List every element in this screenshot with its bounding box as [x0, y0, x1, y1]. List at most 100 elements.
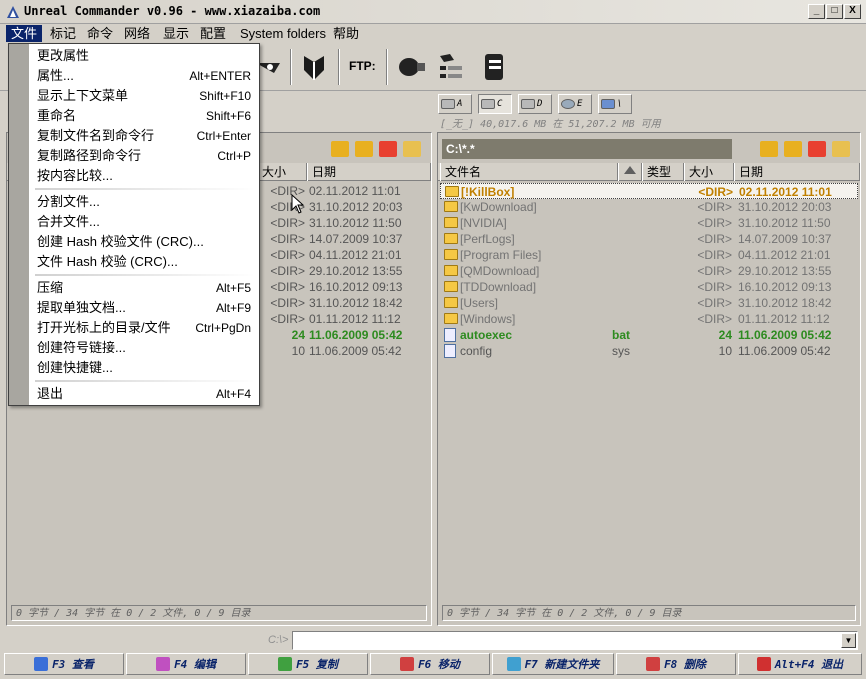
folder-icon [444, 249, 458, 260]
drive-network-button[interactable]: \ [598, 94, 632, 114]
cell-name: [TDDownload] [460, 280, 537, 294]
menu-item-label: 合并文件... [37, 214, 100, 229]
menu-item[interactable]: 复制路径到命令行 Ctrl+P [31, 146, 257, 166]
alt-f4-exit-button[interactable]: Alt+F4 退出 [738, 653, 862, 675]
menu-item[interactable]: 属性... Alt+ENTER [31, 66, 257, 86]
command-line-input[interactable]: ▼ [292, 631, 858, 650]
sort-toggle[interactable] [618, 163, 642, 181]
menu-mark[interactable]: 标记 [45, 25, 81, 42]
menu-item[interactable]: 重命名 Shift+F6 [31, 106, 257, 126]
table-row[interactable]: [Users] <DIR> 31.10.2012 18:42 [440, 295, 858, 311]
menu-item[interactable]: 创建 Hash 校验文件 (CRC)... [31, 232, 257, 252]
parent-folder-icon[interactable] [355, 141, 373, 157]
table-row[interactable]: [!KillBox] <DIR> 02.11.2012 11:01 [440, 183, 858, 199]
ftp-connect-button[interactable] [394, 49, 430, 85]
cell-date: 29.10.2012 13:55 [738, 264, 832, 278]
menu-item-shortcut: Ctrl+PgDn [195, 321, 251, 335]
cell-size: <DIR> [270, 264, 305, 278]
favorites-star-icon[interactable] [808, 141, 826, 157]
right-status-line: 0 字节 / 34 字节 在 0 / 2 文件, 0 / 9 目录 [442, 605, 856, 621]
drive-e-button[interactable]: E [558, 94, 592, 114]
f4-edit-button[interactable]: F4 编辑 [126, 653, 246, 675]
cell-size: 24 [291, 328, 305, 342]
cell-size: <DIR> [698, 185, 733, 199]
exit-icon [756, 657, 771, 671]
table-row[interactable]: [PerfLogs] <DIR> 14.07.2009 10:37 [440, 231, 858, 247]
f8-delete-button[interactable]: F8 删除 [616, 653, 736, 675]
menu-item[interactable]: 更改属性 [31, 46, 257, 66]
menu-view[interactable]: 显示 [158, 25, 194, 42]
menu-item[interactable]: 创建符号链接... [31, 338, 257, 358]
close-button[interactable]: X [844, 4, 861, 19]
command-line-prompt: C:\> [268, 634, 289, 646]
menu-commands[interactable]: 命令 [82, 25, 118, 42]
cell-date: 02.11.2012 11:01 [309, 184, 401, 198]
column-name[interactable]: 文件名 [440, 163, 618, 181]
f7-new-folder-button[interactable]: F7 新建文件夹 [492, 653, 614, 675]
column-type[interactable]: 类型 [642, 163, 684, 181]
drive-d-button[interactable]: D [518, 94, 552, 114]
history-icon[interactable] [832, 141, 850, 157]
menu-item[interactable]: 显示上下文菜单 Shift+F10 [31, 86, 257, 106]
f6-move-button[interactable]: F6 移动 [370, 653, 490, 675]
menu-item-label: 属性... [37, 68, 74, 83]
drive-a-button[interactable]: A [438, 94, 472, 114]
history-icon[interactable] [403, 141, 421, 157]
ftp-disconnect-button[interactable] [476, 49, 512, 85]
column-size[interactable]: 大小 [257, 163, 307, 181]
menu-system-folders[interactable]: System folders [235, 25, 331, 42]
menu-item[interactable]: 创建快捷键... [31, 358, 257, 378]
table-row[interactable]: config sys 10 11.06.2009 05:42 [440, 343, 858, 359]
menu-item[interactable]: 压缩 Alt+F5 [31, 278, 257, 298]
root-folder-icon[interactable] [331, 141, 349, 157]
minimize-button[interactable]: _ [808, 4, 825, 19]
favorites-star-icon[interactable] [379, 141, 397, 157]
menu-item-shortcut: Shift+F10 [199, 89, 251, 103]
menu-item[interactable]: 打开光标上的目录/文件 Ctrl+PgDn [31, 318, 257, 338]
menu-item[interactable]: 文件 Hash 校验 (CRC)... [31, 252, 257, 272]
column-date[interactable]: 日期 [307, 163, 431, 181]
toolbar-shield-button[interactable] [296, 49, 332, 85]
menu-item[interactable]: 合并文件... [31, 212, 257, 232]
menu-file[interactable]: 文件 [6, 25, 43, 42]
f3-view-button[interactable]: F3 查看 [4, 653, 124, 675]
menu-config[interactable]: 配置 [195, 25, 231, 42]
menu-item[interactable]: 复制文件名到命令行 Ctrl+Enter [31, 126, 257, 146]
cell-size: 24 [718, 328, 732, 342]
cell-date: 29.10.2012 13:55 [309, 264, 403, 278]
f5-copy-button[interactable]: F5 复制 [248, 653, 368, 675]
root-folder-icon[interactable] [760, 141, 778, 157]
table-row[interactable]: [Windows] <DIR> 01.11.2012 11:12 [440, 311, 858, 327]
table-row[interactable]: [QMDownload] <DIR> 29.10.2012 13:55 [440, 263, 858, 279]
right-path-bar[interactable]: C:\*.* [442, 139, 732, 159]
menu-item-shortcut: Alt+F9 [215, 301, 251, 315]
table-row[interactable]: autoexec bat 24 11.06.2009 05:42 [440, 327, 858, 343]
table-row[interactable]: [Program Files] <DIR> 04.11.2012 21:01 [440, 247, 858, 263]
command-history-dropdown[interactable]: ▼ [841, 633, 856, 648]
cell-date: 31.10.2012 18:42 [738, 296, 832, 310]
right-file-panel[interactable]: C:\*.* 文件名 类型 大小 日期 [!KillBox] <DIR> 02.11… [437, 132, 861, 626]
menu-separator [35, 380, 255, 382]
column-size[interactable]: 大小 [684, 163, 734, 181]
menu-item-shortcut: Shift+F6 [205, 109, 251, 123]
table-row[interactable]: [TDDownload] <DIR> 16.10.2012 09:13 [440, 279, 858, 295]
menu-item[interactable]: 按内容比较... [31, 166, 257, 186]
table-row[interactable]: [NVIDIA] <DIR> 31.10.2012 11:50 [440, 215, 858, 231]
menu-network[interactable]: 网络 [119, 25, 155, 42]
folder-icon [444, 201, 458, 212]
table-row[interactable]: [KwDownload] <DIR> 31.10.2012 20:03 [440, 199, 858, 215]
menu-item-label: 显示上下文菜单 [37, 88, 129, 103]
floppy-icon [441, 99, 455, 109]
drive-letter: A [457, 99, 463, 109]
ftp-list-button[interactable] [434, 49, 470, 85]
parent-folder-icon[interactable] [784, 141, 802, 157]
drive-c-button[interactable]: C [478, 94, 512, 114]
menu-item[interactable]: 分割文件... [31, 192, 257, 212]
menu-help[interactable]: 帮助 [328, 25, 364, 42]
column-date[interactable]: 日期 [734, 163, 860, 181]
menu-item[interactable]: 提取单独文档... Alt+F9 [31, 298, 257, 318]
menu-item[interactable]: 退出 Alt+F4 [31, 384, 257, 404]
cell-date: 31.10.2012 11:50 [309, 216, 402, 230]
maximize-button[interactable]: □ [826, 4, 843, 19]
file-icon [444, 328, 456, 342]
